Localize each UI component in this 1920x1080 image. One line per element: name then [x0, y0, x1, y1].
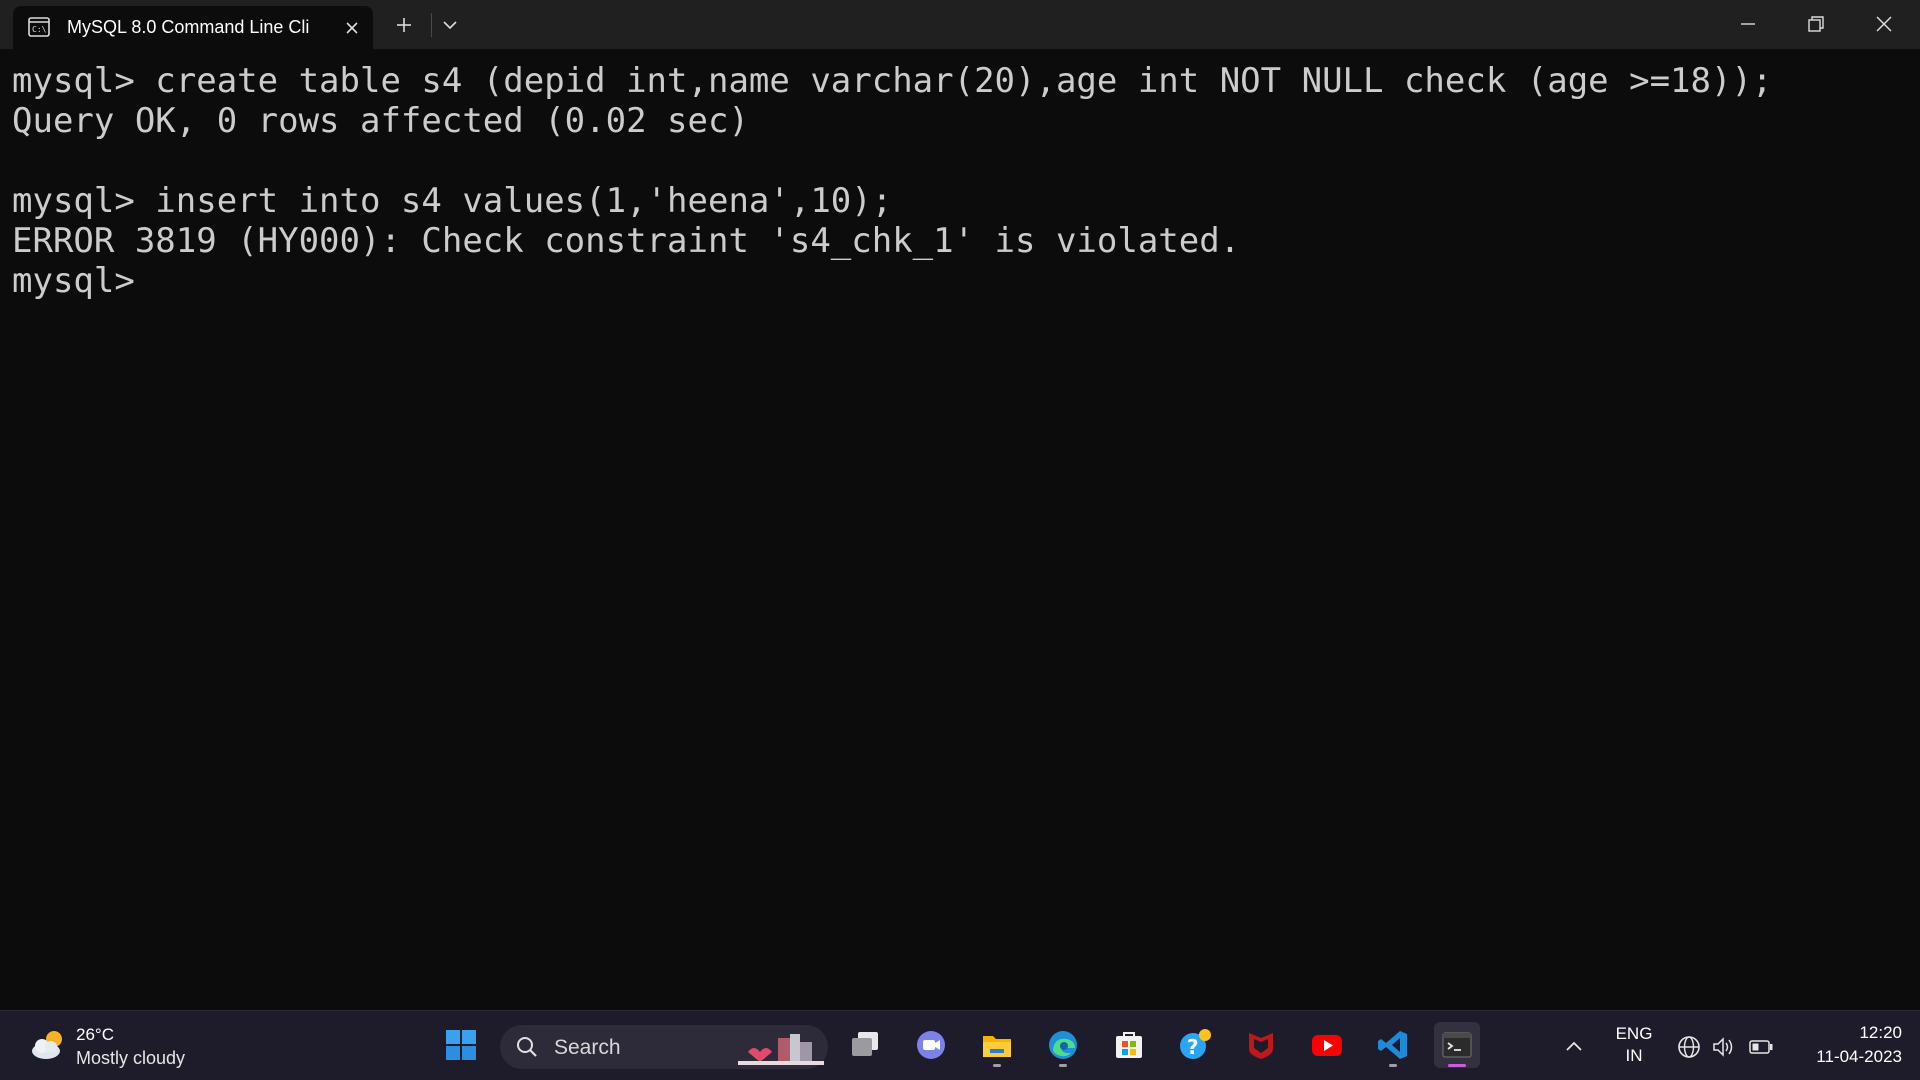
task-view-icon	[852, 1032, 878, 1056]
teams-icon	[917, 1031, 945, 1059]
restore-button[interactable]	[1782, 0, 1850, 49]
system-clock[interactable]: 12:20 11-04-2023	[1780, 1021, 1902, 1071]
taskbar-search[interactable]: Search	[500, 1025, 828, 1069]
get-help-button[interactable]: ?	[1172, 1022, 1218, 1068]
running-indicator	[1389, 1064, 1397, 1067]
close-tab-icon[interactable]	[340, 16, 364, 40]
terminal-line: ERROR 3819 (HY000): Check constraint 's4…	[12, 221, 1241, 261]
language-region: IN	[1625, 1046, 1643, 1065]
vscode-icon	[1378, 1031, 1407, 1059]
close-window-button[interactable]	[1850, 0, 1918, 49]
language-code: ENG	[1615, 1024, 1653, 1043]
tab-divider	[431, 13, 432, 37]
terminal-prompt: mysql>	[12, 261, 135, 301]
running-indicator	[1059, 1064, 1067, 1067]
search-label: Search	[554, 1036, 621, 1059]
teams-chat-button[interactable]	[908, 1022, 954, 1068]
minimize-icon	[1741, 23, 1755, 25]
running-indicator	[993, 1064, 1001, 1067]
file-explorer-icon	[983, 1036, 1011, 1057]
clock-date: 11-04-2023	[1816, 1047, 1902, 1066]
minimize-button[interactable]	[1714, 0, 1782, 49]
taskbar: 26°C Mostly cloudy Search ? ENG IN 12:20…	[0, 1010, 1920, 1080]
weather-widget[interactable]: 26°C Mostly cloudy	[24, 1023, 224, 1071]
youtube-button[interactable]	[1304, 1022, 1350, 1068]
terminal-icon	[1442, 1032, 1472, 1058]
language-indicator[interactable]: ENG IN	[1608, 1023, 1660, 1071]
svg-text:?: ?	[1187, 1035, 1199, 1059]
network-globe-icon[interactable]	[1676, 1034, 1702, 1060]
terminal-line: Query OK, 0 rows affected (0.02 sec)	[12, 101, 749, 141]
terminal-button[interactable]	[1434, 1022, 1480, 1068]
svg-text:C:\: C:\	[32, 25, 47, 34]
store-button[interactable]	[1106, 1022, 1152, 1068]
tab-mysql-cli[interactable]: C:\ MySQL 8.0 Command Line Cli	[13, 6, 373, 49]
chevron-down-icon[interactable]	[433, 8, 467, 42]
terminal-output[interactable]: mysql> create table s4 (depid int,name v…	[0, 49, 1920, 1010]
edge-icon	[1049, 1031, 1077, 1059]
tab-title: MySQL 8.0 Command Line Cli	[67, 17, 310, 37]
active-window-indicator	[1448, 1064, 1466, 1067]
windows-start-icon	[446, 1030, 476, 1060]
mcafee-icon	[1249, 1033, 1273, 1059]
chevron-up-icon[interactable]	[1562, 1035, 1586, 1059]
new-tab-icon[interactable]	[387, 8, 421, 42]
start-button[interactable]	[438, 1022, 484, 1068]
weather-description: Mostly cloudy	[76, 1048, 186, 1068]
search-icon	[517, 1037, 537, 1057]
youtube-icon	[1312, 1035, 1342, 1056]
file-explorer-button[interactable]	[974, 1022, 1020, 1068]
title-bar: C:\ MySQL 8.0 Command Line Cli	[0, 0, 1920, 49]
terminal-line: mysql> insert into s4 values(1,'heena',1…	[12, 181, 893, 221]
edge-button[interactable]	[1040, 1022, 1086, 1068]
search-highlight-illustration-icon	[738, 1034, 824, 1065]
task-view-button[interactable]	[842, 1022, 888, 1068]
store-icon	[1116, 1032, 1142, 1058]
help-icon: ?	[1180, 1029, 1211, 1059]
battery-icon[interactable]	[1748, 1034, 1774, 1060]
terminal-line: mysql> create table s4 (depid int,name v…	[12, 61, 1773, 101]
volume-icon[interactable]	[1710, 1034, 1736, 1060]
clock-time: 12:20	[1859, 1023, 1902, 1042]
console-icon: C:\	[28, 17, 50, 37]
vscode-button[interactable]	[1370, 1022, 1416, 1068]
close-icon	[1876, 16, 1892, 32]
cloudy-sun-icon	[32, 1031, 62, 1059]
mcafee-button[interactable]	[1238, 1022, 1284, 1068]
weather-temperature: 26°C	[76, 1025, 114, 1044]
restore-icon	[1808, 16, 1824, 32]
